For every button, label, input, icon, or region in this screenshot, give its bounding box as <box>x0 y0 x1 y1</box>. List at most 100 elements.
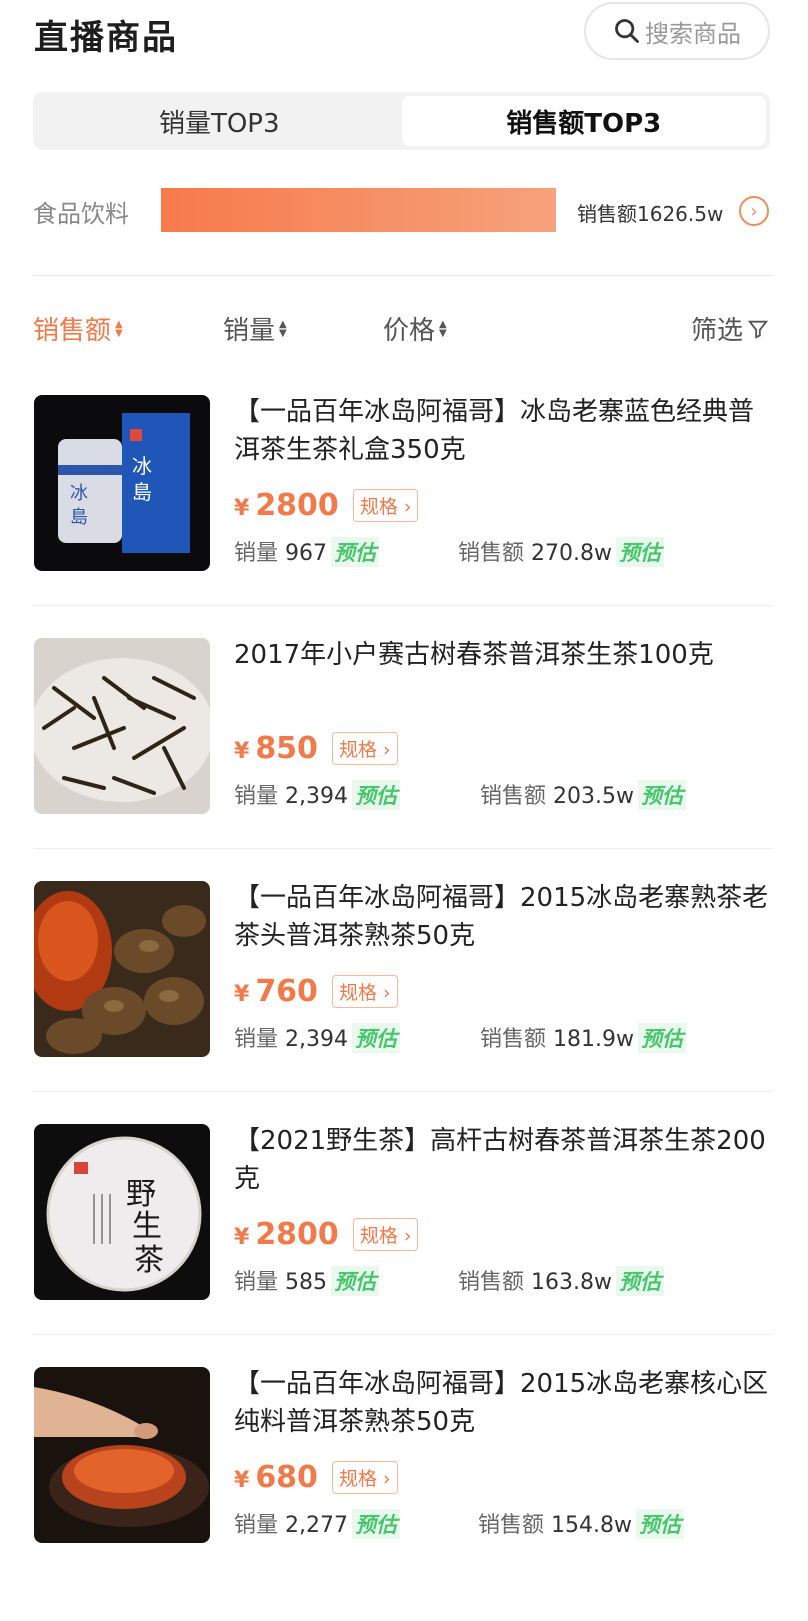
currency-symbol: ¥ <box>234 1468 250 1493</box>
sales-revenue: 销售额 154.8w 预估 <box>478 1507 684 1539</box>
estimate-badge: 预估 <box>636 1509 684 1539</box>
tea-nuggets-icon[interactable] <box>34 881 210 1057</box>
search-icon <box>615 19 639 43</box>
category-row[interactable]: 食品饮料 销售额1626.5w › <box>33 186 773 234</box>
sort-sales-amount-label: 销售额 <box>33 316 112 346</box>
row-divider <box>33 605 773 606</box>
sort-arrows-icon: ▲ ▼ <box>439 318 447 339</box>
volume-value: 2,394 <box>285 784 348 809</box>
revenue-value: 163.8w <box>531 1270 612 1295</box>
spec-label: 规格 <box>359 496 398 518</box>
category-value: 销售额1626.5w <box>577 202 724 226</box>
sort-sales-amount[interactable]: 销售额 ▲ ▼ <box>33 310 123 347</box>
product-price: ¥760 <box>234 974 318 1009</box>
volume-value: 2,277 <box>285 1513 348 1538</box>
sort-arrows-icon: ▲ ▼ <box>115 318 123 339</box>
estimate-badge: 预估 <box>331 537 380 567</box>
sort-price-label: 价格 <box>383 316 436 346</box>
sales-volume: 销量 2,394 预估 <box>234 1021 400 1053</box>
currency-symbol: ¥ <box>234 982 250 1007</box>
estimate-badge: 预估 <box>352 1023 400 1053</box>
product-item[interactable]: 【一品百年冰岛阿福哥】2015冰岛老寨熟茶老茶头普洱茶熟茶50克 ¥760 规格… <box>33 879 773 1092</box>
product-item[interactable]: 【一品百年冰岛阿福哥】2015冰岛老寨核心区纯料普洱茶熟茶50克 ¥680 规格… <box>33 1365 773 1555</box>
product-price: ¥680 <box>234 1460 318 1495</box>
category-label: 食品饮料 <box>33 200 129 228</box>
estimate-badge: 预估 <box>638 1023 686 1053</box>
product-name[interactable]: 【一品百年冰岛阿福哥】冰岛老寨蓝色经典普洱茶生茶礼盒350克 <box>234 393 769 469</box>
chevron-right-icon: › <box>403 1225 412 1247</box>
spec-button[interactable]: 规格 › <box>331 1461 398 1494</box>
volume-value: 967 <box>285 541 328 566</box>
tea-cake-icon[interactable]: 野生茶 <box>34 1124 210 1300</box>
product-name[interactable]: 【一品百年冰岛阿福哥】2015冰岛老寨熟茶老茶头普洱茶熟茶50克 <box>234 879 769 955</box>
sales-volume: 销量 2,277 预估 <box>234 1507 400 1539</box>
filter-button[interactable]: 筛选 <box>691 310 769 347</box>
sort-sales-volume[interactable]: 销量 ▲ ▼ <box>223 310 287 347</box>
spec-label: 规格 <box>359 1225 398 1247</box>
page-title: 直播商品 <box>34 18 178 58</box>
tab-sales-amount-top3[interactable]: 销售额TOP3 <box>401 96 766 146</box>
product-item[interactable]: 冰島冰島 【一品百年冰岛阿福哥】冰岛老寨蓝色经典普洱茶生茶礼盒350克 ¥280… <box>33 393 773 606</box>
search-label: 搜索商品 <box>645 19 741 48</box>
row-divider <box>33 1091 773 1092</box>
tea-gift-box-icon[interactable]: 冰島冰島 <box>34 395 210 571</box>
estimate-badge: 预估 <box>331 1266 380 1296</box>
revenue-value: 270.8w <box>531 541 612 566</box>
sort-price[interactable]: 价格 ▲ ▼ <box>383 310 447 347</box>
filter-label: 筛选 <box>690 316 743 346</box>
svg-text:島: 島 <box>132 480 152 504</box>
sales-volume: 销量 967 预估 <box>234 535 380 567</box>
divider <box>33 275 773 276</box>
header: 直播商品 搜索商品 <box>0 0 808 70</box>
price-value: 760 <box>255 974 318 1009</box>
sort-arrows-icon: ▲ ▼ <box>279 318 287 339</box>
spec-button[interactable]: 规格 › <box>352 489 419 522</box>
category-bar-fill <box>161 188 556 232</box>
volume-label: 销量 <box>234 1027 279 1052</box>
category-bar <box>161 188 556 232</box>
price-row: ¥2800 规格 › <box>234 1217 419 1252</box>
tab-sales-volume-top3[interactable]: 销量TOP3 <box>37 96 402 146</box>
svg-text:野: 野 <box>126 1177 156 1212</box>
sales-revenue: 销售额 270.8w 预估 <box>458 535 664 567</box>
row-divider <box>33 1334 773 1335</box>
spec-button[interactable]: 规格 › <box>331 732 398 765</box>
spec-label: 规格 <box>338 1468 377 1490</box>
volume-label: 销量 <box>234 784 279 809</box>
spec-button[interactable]: 规格 › <box>352 1218 419 1251</box>
currency-symbol: ¥ <box>234 496 250 521</box>
revenue-label: 销售额 <box>478 1513 545 1538</box>
volume-label: 销量 <box>234 541 279 566</box>
estimate-badge: 预估 <box>352 780 400 810</box>
chevron-right-icon: › <box>383 1468 391 1490</box>
volume-label: 销量 <box>234 1270 279 1295</box>
sales-volume: 销量 585 预估 <box>234 1264 380 1296</box>
svg-text:冰: 冰 <box>70 483 88 504</box>
revenue-label: 销售额 <box>458 1270 525 1295</box>
estimate-badge: 预估 <box>616 1266 664 1296</box>
product-item[interactable]: 野生茶 【2021野生茶】高杆古树春茶普洱茶生茶200克 ¥2800 规格 › … <box>33 1122 773 1335</box>
svg-text:茶: 茶 <box>134 1243 164 1278</box>
revenue-label: 销售额 <box>458 541 525 566</box>
revenue-label: 销售额 <box>480 784 547 809</box>
chevron-right-icon: › <box>383 739 391 761</box>
product-name[interactable]: 2017年小户赛古树春茶普洱茶生茶100克 <box>234 636 769 674</box>
product-item[interactable]: 2017年小户赛古树春茶普洱茶生茶100克 ¥850 规格 › 销量 2,394… <box>33 636 773 849</box>
price-row: ¥2800 规格 › <box>234 488 419 523</box>
price-value: 680 <box>255 1460 318 1495</box>
search-button[interactable]: 搜索商品 <box>584 2 770 60</box>
sort-bar: 销售额 ▲ ▼ 销量 ▲ ▼ 价格 ▲ ▼ 筛选 <box>33 310 773 354</box>
filter-icon <box>747 320 769 339</box>
chevron-right-icon: › <box>383 982 391 1004</box>
product-price: ¥850 <box>234 731 318 766</box>
product-name[interactable]: 【2021野生茶】高杆古树春茶普洱茶生茶200克 <box>234 1122 769 1198</box>
chevron-right-icon[interactable]: › <box>739 196 769 226</box>
revenue-value: 203.5w <box>553 784 634 809</box>
spec-label: 规格 <box>338 739 377 761</box>
tea-cup-icon[interactable] <box>34 1367 210 1543</box>
revenue-value: 154.8w <box>551 1513 632 1538</box>
spec-button[interactable]: 规格 › <box>331 975 398 1008</box>
sales-revenue: 销售额 163.8w 预估 <box>458 1264 664 1296</box>
loose-tea-leaves-icon[interactable] <box>34 638 210 814</box>
product-name[interactable]: 【一品百年冰岛阿福哥】2015冰岛老寨核心区纯料普洱茶熟茶50克 <box>234 1365 769 1441</box>
